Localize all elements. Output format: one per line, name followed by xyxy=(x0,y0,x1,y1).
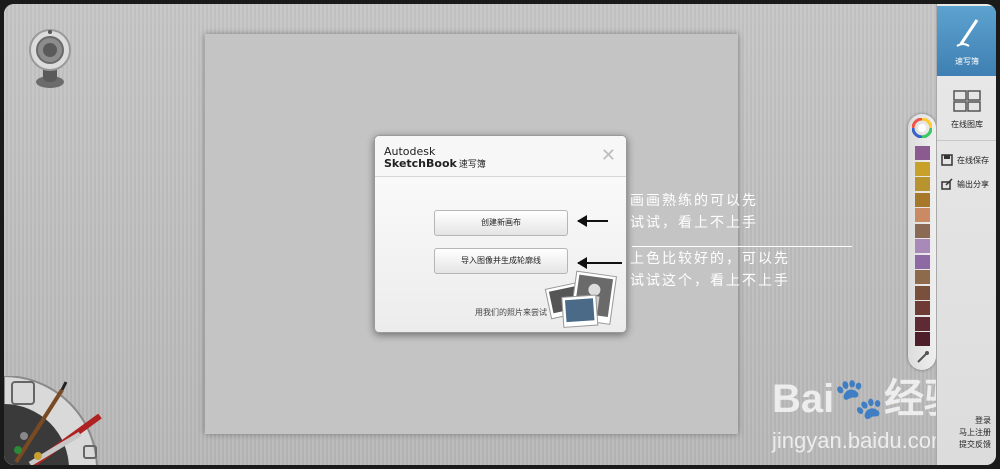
save-icon xyxy=(941,154,953,166)
annotation-note-2: 上色比较好的，可以先 试试这个，看上不上手 xyxy=(630,251,790,289)
watermark-url: jingyan.baidu.com xyxy=(772,428,950,453)
dialog-header: Autodesk SketchBook 速写簿 ✕ xyxy=(375,136,626,177)
right-panel: 速写簿 在线图库 在线保存 输出分享 登录 马上注册 提交反馈 xyxy=(936,4,996,465)
color-swatch[interactable] xyxy=(915,270,930,284)
tab-gallery[interactable]: 在线图库 xyxy=(937,76,996,141)
export-share-button[interactable]: 输出分享 xyxy=(941,178,989,190)
workspace: Autodesk SketchBook 速写簿 ✕ 创建新画布 导入图像并生成轮廓… xyxy=(4,4,964,465)
tab-sketchbook[interactable]: 速写簿 xyxy=(937,6,996,76)
share-icon xyxy=(941,178,953,190)
paw-icon: 🐾 xyxy=(834,377,885,421)
arrow-to-import xyxy=(577,257,622,269)
color-swatch[interactable] xyxy=(915,332,930,346)
color-swatch[interactable] xyxy=(915,254,930,269)
register-link[interactable]: 马上注册 xyxy=(959,427,991,439)
color-swatch[interactable] xyxy=(915,192,930,207)
color-swatch[interactable] xyxy=(915,223,930,238)
color-swatch[interactable] xyxy=(915,316,930,331)
feedback-link[interactable]: 提交反馈 xyxy=(959,439,991,451)
sample-photos-icon[interactable] xyxy=(543,270,627,334)
login-link[interactable]: 登录 xyxy=(959,415,991,427)
color-swatch[interactable] xyxy=(915,285,930,300)
annotation-note-1: 画画熟练的可以先 试试，看上不上手 xyxy=(630,193,758,231)
camera-knob-icon[interactable] xyxy=(26,26,74,90)
create-canvas-button[interactable]: 创建新画布 xyxy=(434,210,568,236)
annotation-divider xyxy=(632,246,852,247)
close-icon[interactable]: ✕ xyxy=(601,145,616,166)
color-swatch[interactable] xyxy=(915,177,930,191)
brand-suffix: 速写簿 xyxy=(458,160,486,170)
color-wheel-icon[interactable] xyxy=(912,118,932,138)
save-online-button[interactable]: 在线保存 xyxy=(941,154,989,166)
gallery-grid-icon xyxy=(953,90,981,112)
eyedropper-icon[interactable] xyxy=(916,350,930,364)
color-swatch[interactable] xyxy=(915,161,930,176)
arrow-to-create xyxy=(577,215,608,227)
color-swatch[interactable] xyxy=(915,146,930,160)
account-links: 登录 马上注册 提交反馈 xyxy=(959,415,991,451)
app-window: Autodesk SketchBook 速写簿 ✕ 创建新画布 导入图像并生成轮廓… xyxy=(4,4,996,465)
brand-sketchbook: SketchBook 速写簿 xyxy=(384,157,486,170)
color-swatch[interactable] xyxy=(915,301,930,315)
sample-photos-hint[interactable]: 用我们的照片来尝试 xyxy=(475,307,547,318)
welcome-dialog: Autodesk SketchBook 速写簿 ✕ 创建新画布 导入图像并生成轮廓… xyxy=(374,135,627,333)
color-palette xyxy=(908,114,936,370)
tab-gallery-label: 在线图库 xyxy=(951,120,983,129)
tool-wheel[interactable] xyxy=(4,374,116,465)
color-swatch[interactable] xyxy=(915,208,930,222)
tab-sketchbook-label: 速写簿 xyxy=(955,57,979,66)
pen-icon xyxy=(956,19,979,47)
color-swatch[interactable] xyxy=(915,239,930,253)
